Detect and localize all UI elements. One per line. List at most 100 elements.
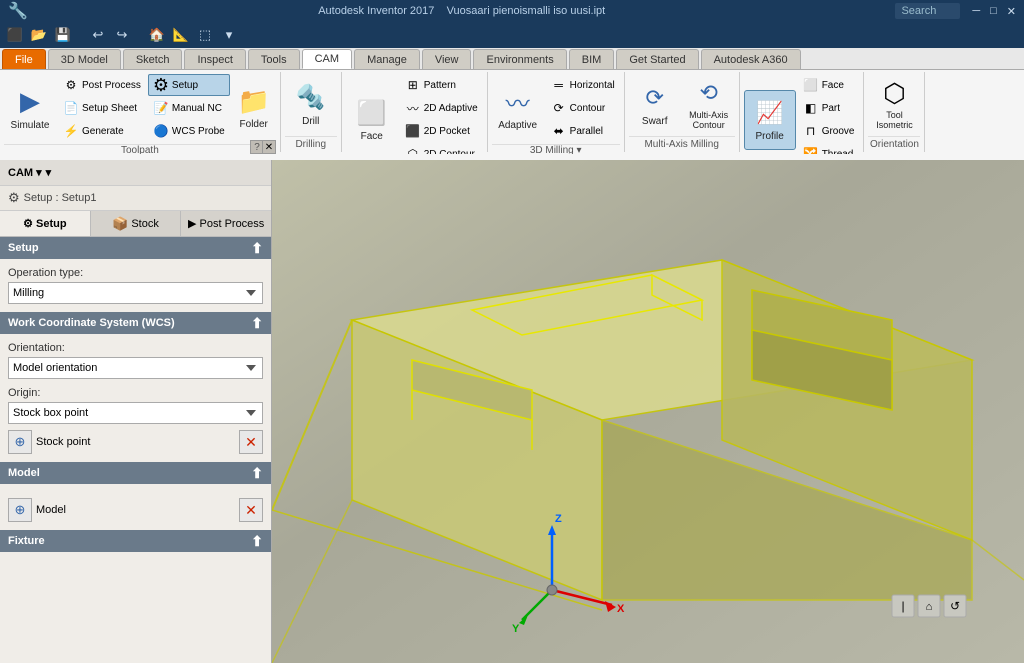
folder-button[interactable]: 📁 Folder [232,79,276,137]
tab-view[interactable]: View [422,49,472,69]
operation-type-select[interactable]: Milling Turning Jet Cutting [8,282,263,304]
qa-undo-btn[interactable]: ↩ [87,25,109,45]
orientation-select[interactable]: Model orientation Select Z axis/plane & … [8,357,263,379]
svg-text:Y: Y [512,623,520,635]
qa-home-btn[interactable]: 🏠 [146,25,168,45]
groove-button[interactable]: ⊓ Groove [798,120,860,142]
cam-tab-postprocess[interactable]: ▶ Post Process [181,211,271,236]
qa-new-btn[interactable]: ⬛ [4,25,26,45]
generate-label: Generate [82,126,124,137]
stock-point-icon: ⊕ [8,430,32,454]
fixture-collapse-btn[interactable]: ⬆ [251,533,263,550]
svg-text:Z: Z [555,513,562,525]
svg-text:|: | [901,599,904,613]
swarf-icon: ⟳ [639,82,671,114]
panel-close-button[interactable]: ✕ [262,140,276,154]
tab-a360[interactable]: Autodesk A360 [701,49,801,69]
qa-more-btn[interactable]: ▾ [218,25,240,45]
viewport[interactable]: Z Y X | ⌂ ↺ [272,160,1024,663]
cam-panel-header: CAM ▾ ▾ [0,160,271,186]
drill-button[interactable]: 🔩 Drill [285,74,337,134]
pattern-button[interactable]: ⊞ Pattern [400,74,483,96]
qa-measure-btn[interactable]: 📐 [170,25,192,45]
stock-point-delete-btn[interactable]: ✕ [239,430,263,454]
minimize-btn[interactable]: ─ [972,5,980,17]
horizontal-label: Horizontal [570,80,615,91]
restore-btn[interactable]: □ [990,5,997,17]
tool-isometric-icon: ⬡ [878,77,910,109]
qa-view-btn[interactable]: ⬚ [194,25,216,45]
2d-pocket-button[interactable]: ⬛ 2D Pocket [400,120,483,142]
tab-manage[interactable]: Manage [354,49,420,69]
cam-tab-setup-label: Setup [36,218,67,230]
manual-nc-button[interactable]: 📝 Manual NC [148,97,230,119]
app-icon: 🔧 [8,1,28,21]
tab-file[interactable]: File [2,49,46,69]
origin-label: Origin: [8,387,263,399]
face-button[interactable]: ⬜ Face [346,90,398,150]
origin-select[interactable]: Stock box point Model origin Work point [8,402,263,424]
adaptive-button[interactable]: 〰 Adaptive [492,78,544,138]
search-input[interactable]: Search [895,3,960,19]
tool-isometric-button[interactable]: ⬡ Tool Isometric [868,74,920,134]
parallel-button[interactable]: ⬌ Parallel [546,120,620,142]
profile-icon: 📈 [754,97,786,129]
fixture-section-header[interactable]: Fixture ⬆ [0,530,271,552]
wcs-collapse-btn[interactable]: ⬆ [251,315,263,332]
tab-tools[interactable]: Tools [248,49,300,69]
turning-part-label: Part [822,103,840,114]
setup-icon: ⚙ [153,77,169,93]
tab-get-started[interactable]: Get Started [616,49,698,69]
2d-adaptive-button[interactable]: 〰 2D Adaptive [400,97,483,119]
ribbon-group-multiaxis: ⟳ Swarf ⟲ Multi-Axis Contour Multi-Axis … [625,72,740,152]
cam-tab-stock[interactable]: 📦 Stock [91,211,182,236]
3dmilling-small-group: ═ Horizontal ⟳ Contour ⬌ Parallel [546,74,620,142]
cam-tab-setup[interactable]: ⚙ Setup [0,211,91,236]
simulate-button[interactable]: ▶ Simulate [4,78,56,138]
setup-sheet-button[interactable]: 📄 Setup Sheet [58,97,146,119]
thread-button[interactable]: 🔀 Thread [798,143,860,154]
thread-icon: 🔀 [803,146,819,154]
adaptive-icon: 〰 [502,86,534,118]
model-collapse-btn[interactable]: ⬆ [251,465,263,482]
tab-3dmodel[interactable]: 3D Model [48,49,121,69]
horizontal-button[interactable]: ═ Horizontal [546,74,620,96]
folder-label: Folder [240,119,268,130]
tab-cam[interactable]: CAM [302,49,352,69]
manual-nc-label: Manual NC [172,103,222,114]
multiaxis-contour-button[interactable]: ⟲ Multi-Axis Contour [683,74,735,134]
tab-inspect[interactable]: Inspect [184,49,245,69]
qa-save-btn[interactable]: 💾 [52,25,74,45]
qa-redo-btn[interactable]: ↪ [111,25,133,45]
titlebar-right[interactable]: Search ─ □ ✕ [895,3,1016,19]
swarf-button[interactable]: ⟳ Swarf [629,74,681,134]
generate-button[interactable]: ⚡ Generate [58,120,146,142]
operation-type-label: Operation type: [8,267,263,279]
contour-button[interactable]: ⟳ Contour [546,97,620,119]
profile-button[interactable]: 📈 Profile [744,90,796,150]
model-delete-btn[interactable]: ✕ [239,498,263,522]
tab-sketch[interactable]: Sketch [123,49,183,69]
fixture-section-title: Fixture [8,535,45,547]
ribbon-group-2dmilling: ⬜ Face ⊞ Pattern 〰 2D Adaptive ⬛ 2D Pock… [342,72,488,152]
setup-section-header[interactable]: Setup ⬆ [0,237,271,259]
model-section-header[interactable]: Model ⬆ [0,462,271,484]
tab-environments[interactable]: Environments [473,49,566,69]
tab-bim[interactable]: BIM [569,49,615,69]
svg-text:⌂: ⌂ [926,601,933,613]
setup-button[interactable]: ⚙ Setup [148,74,230,96]
setup-sheet-icon: 📄 [63,100,79,116]
setup-sheet-label: Setup Sheet [82,103,137,114]
breadcrumb-icon: ⚙ [8,190,20,206]
close-btn[interactable]: ✕ [1007,5,1016,18]
wcs-probe-button[interactable]: 🔵 WCS Probe [148,120,230,142]
turning-face-button[interactable]: ⬜ Face [798,74,860,96]
model-label: Model [36,504,235,516]
cam-dropdown-arrow[interactable]: ▾ [46,166,52,179]
wcs-section-header[interactable]: Work Coordinate System (WCS) ⬆ [0,312,271,334]
2d-contour-button[interactable]: ⬡ 2D Contour [400,143,483,154]
setup-collapse-btn[interactable]: ⬆ [251,240,263,257]
post-process-button[interactable]: ⚙ Post Process [58,74,146,96]
turning-part-button[interactable]: ◧ Part [798,97,860,119]
qa-open-btn[interactable]: 📂 [28,25,50,45]
